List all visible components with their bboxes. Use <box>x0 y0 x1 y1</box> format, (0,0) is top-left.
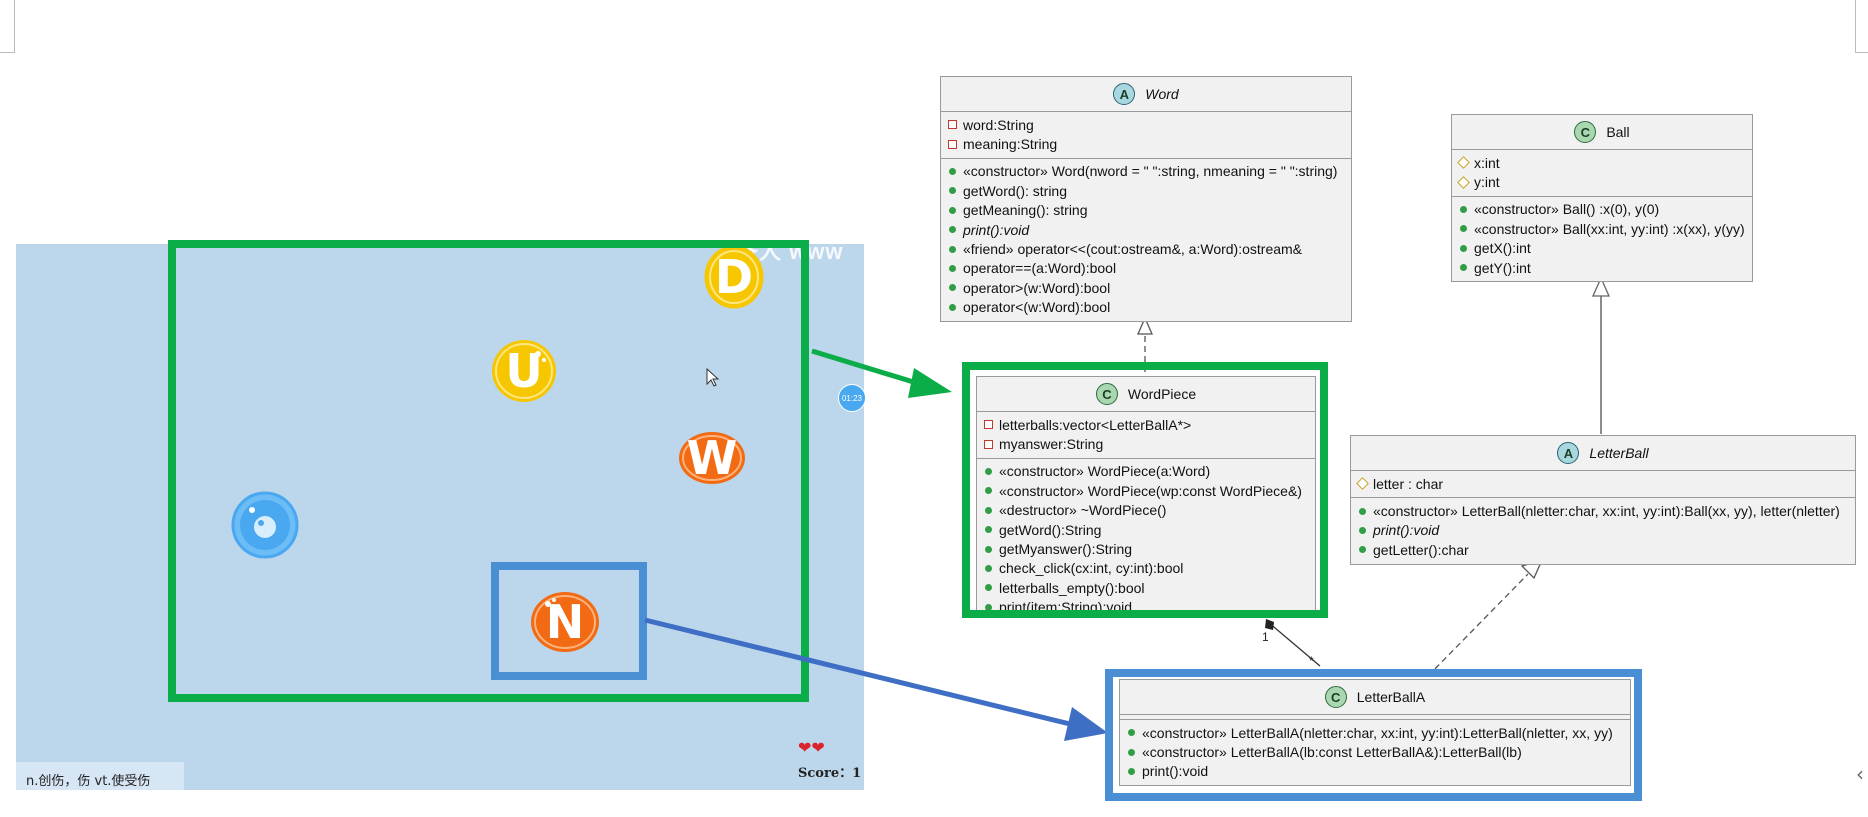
abstract-class-icon: A <box>1113 83 1136 105</box>
public-method-icon <box>1358 507 1366 515</box>
abstract-class-icon: A <box>1557 442 1580 464</box>
private-field-icon <box>947 139 957 149</box>
method-section: «constructor» Word(nword = " ":string, n… <box>941 159 1351 321</box>
field-row: meaning:String <box>941 134 1351 153</box>
public-method-icon <box>1459 264 1467 272</box>
multiplicity-one: 1 <box>1262 630 1269 644</box>
public-method-icon <box>948 284 956 292</box>
public-method-icon <box>1358 546 1366 554</box>
blue-highlight-letterballa <box>1105 669 1642 801</box>
green-arrow <box>811 348 921 387</box>
blue-arrow <box>644 617 1071 727</box>
method-row: «constructor» Word(nword = " ":string, n… <box>941 162 1351 181</box>
method-section: «constructor» LetterBall(nletter:char, x… <box>1351 498 1855 563</box>
class-name: Ball <box>1606 124 1630 140</box>
field-section: word:String meaning:String <box>941 112 1351 159</box>
uml-class-word: A Word word:String meaning:String «constr… <box>940 76 1352 322</box>
class-name: LetterBall <box>1589 445 1649 461</box>
method-row: getLetter():char <box>1351 540 1855 559</box>
protected-field-icon <box>1456 175 1470 189</box>
field-section: letter : char <box>1351 471 1855 499</box>
method-row: «constructor» Ball(xx:int, yy:int) :x(xx… <box>1452 219 1752 238</box>
public-method-icon <box>948 167 956 175</box>
method-row: «friend» operator<<(cout:ostream&, a:Wor… <box>941 239 1351 258</box>
protected-field-icon <box>1456 156 1470 170</box>
private-field-icon <box>947 120 957 130</box>
method-row: «constructor» Ball() :x(0), y(0) <box>1452 200 1752 219</box>
field-row: y:int <box>1452 172 1752 191</box>
field-row: word:String <box>941 115 1351 134</box>
method-row: print():void <box>941 220 1351 239</box>
method-row: getWord(): string <box>941 181 1351 200</box>
public-method-icon <box>948 226 956 234</box>
method-row: «constructor» LetterBall(nletter:char, x… <box>1351 501 1855 520</box>
public-method-icon <box>948 187 956 195</box>
public-method-icon <box>948 206 956 214</box>
field-row: letter : char <box>1351 474 1855 493</box>
public-method-icon <box>1358 526 1366 534</box>
method-row: getX():int <box>1452 239 1752 258</box>
method-row: getY():int <box>1452 258 1752 277</box>
realization-letterball <box>1427 573 1529 677</box>
multiplicity-many: * <box>1309 654 1314 668</box>
method-row: getMeaning(): string <box>941 201 1351 220</box>
chevron-left-icon[interactable]: ‹ <box>1856 762 1864 786</box>
green-highlight-wordpiece <box>962 362 1328 618</box>
class-icon: C <box>1574 121 1597 143</box>
field-row: x:int <box>1452 153 1752 172</box>
public-method-icon <box>1459 225 1467 233</box>
public-method-icon <box>1459 244 1467 252</box>
field-section: x:int y:int <box>1452 150 1752 197</box>
protected-field-icon <box>1355 477 1369 491</box>
method-row: operator==(a:Word):bool <box>941 259 1351 278</box>
method-row: operator>(w:Word):bool <box>941 278 1351 297</box>
method-row: operator<(w:Word):bool <box>941 298 1351 317</box>
public-method-icon <box>1459 205 1467 213</box>
method-row: print():void <box>1351 521 1855 540</box>
public-method-icon <box>948 264 956 272</box>
uml-class-letterball: A LetterBall letter : char «constructor» … <box>1350 435 1856 565</box>
public-method-icon <box>948 245 956 253</box>
green-arrow-head <box>908 368 952 398</box>
public-method-icon <box>948 303 956 311</box>
method-section: «constructor» Ball() :x(0), y(0) «constr… <box>1452 197 1752 282</box>
class-name: Word <box>1145 86 1179 102</box>
uml-class-ball: C Ball x:int y:int «constructor» Ball() :… <box>1451 114 1753 283</box>
blue-arrow-head <box>1064 707 1108 741</box>
